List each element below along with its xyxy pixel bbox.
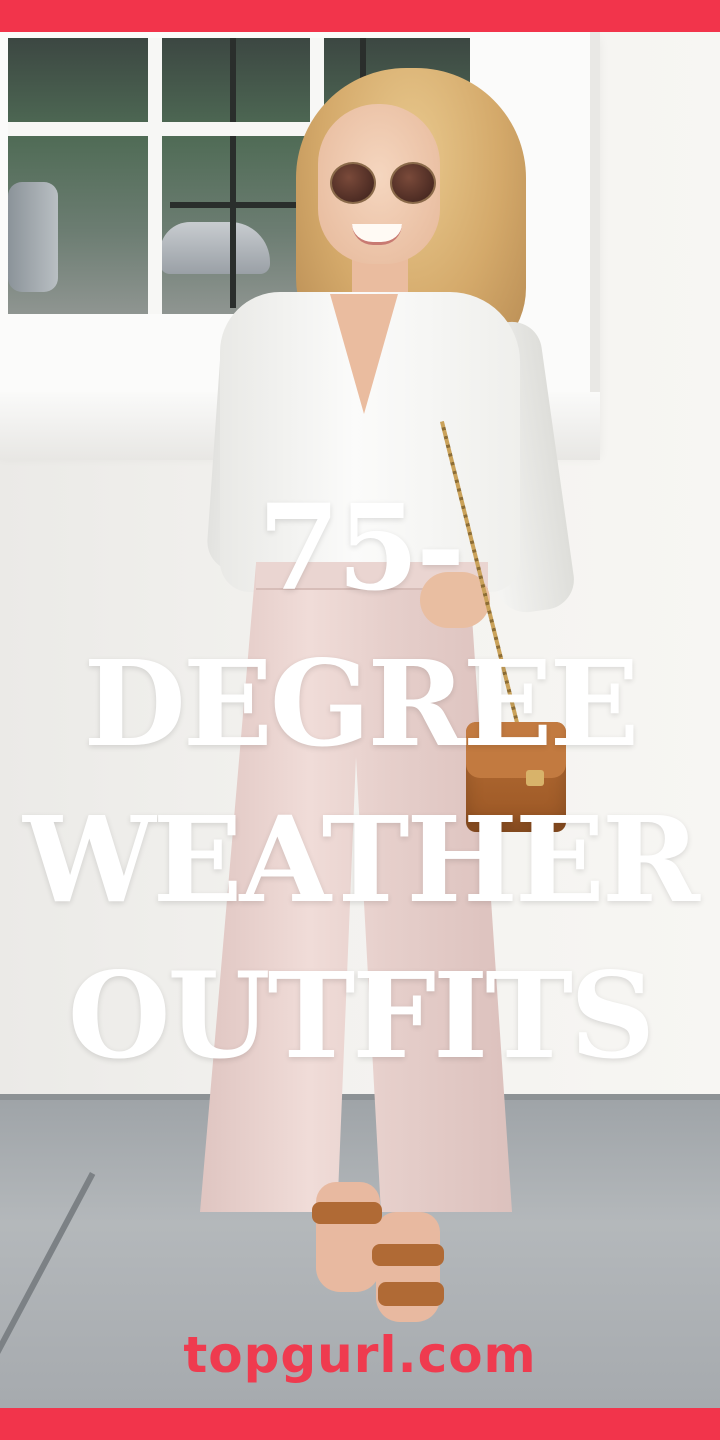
parked-car-left [8, 182, 58, 292]
blouse-neckline [330, 294, 398, 414]
sandal-strap [372, 1244, 444, 1266]
sandal-strap [312, 1202, 382, 1224]
headline-line-4: OUTFITS [67, 946, 656, 1085]
fence-post [230, 38, 236, 308]
top-accent-bar [0, 0, 720, 32]
headline-line-3: WEATHER [23, 790, 700, 929]
pin-image: 75- DEGREE WEATHER OUTFITS topgurl.com [0, 0, 720, 1440]
headline: 75- DEGREE WEATHER OUTFITS [0, 470, 720, 1094]
brand-watermark: topgurl.com [183, 1326, 537, 1384]
parked-car [160, 222, 270, 274]
bottom-accent-bar [0, 1408, 720, 1440]
window-mullion [148, 38, 162, 314]
headline-line-2: DEGREE [83, 634, 640, 773]
sunglasses-lens-right [390, 162, 436, 204]
headline-line-1: 75- [257, 478, 465, 617]
foot-left [316, 1182, 380, 1292]
sunglasses-lens-left [330, 162, 376, 204]
sandal-strap [378, 1282, 444, 1306]
